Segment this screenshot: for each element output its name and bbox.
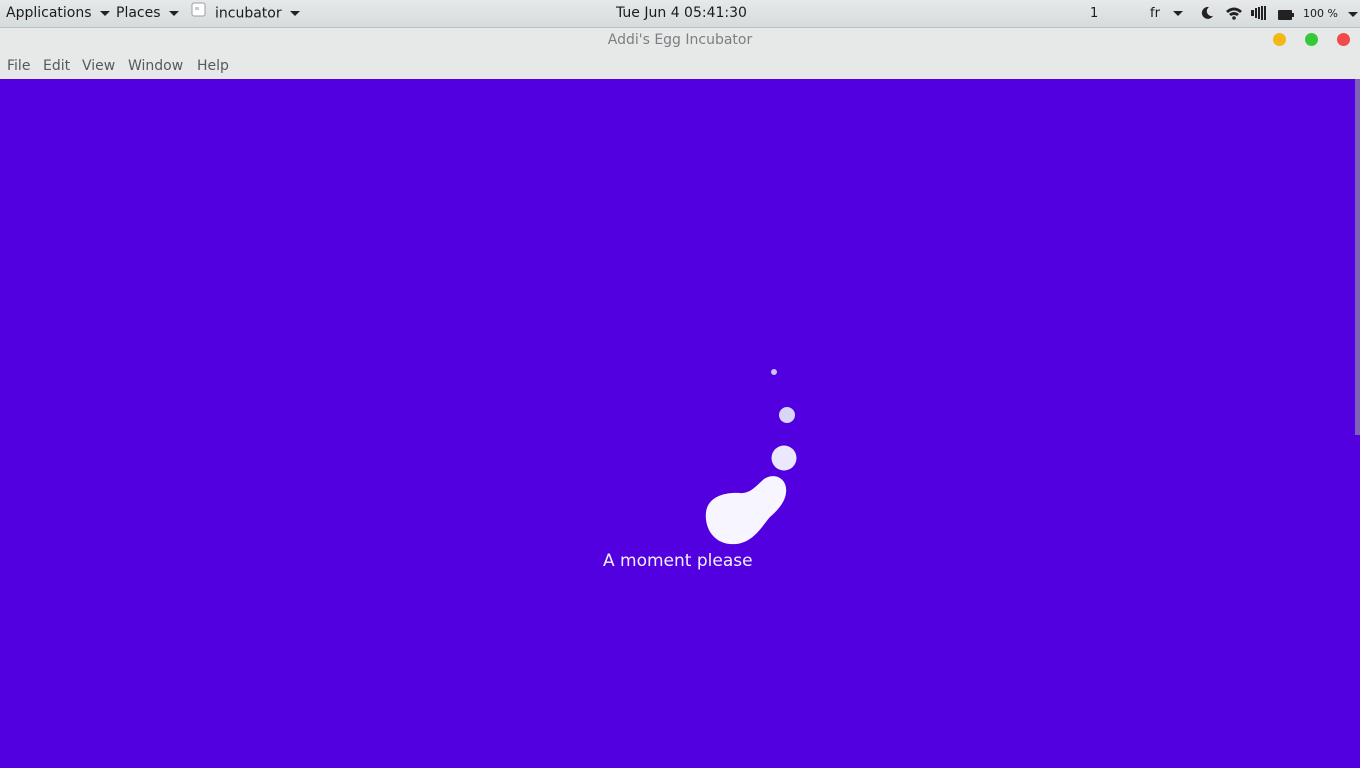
language-selector[interactable]: fr xyxy=(1150,0,1183,27)
loader-dot-large xyxy=(771,445,797,471)
minimize-button[interactable] xyxy=(1273,33,1286,46)
workspace-indicator[interactable]: 1 xyxy=(1090,0,1098,27)
chevron-down-icon xyxy=(99,10,110,16)
clock[interactable]: Tue Jun 4 05:41:30 xyxy=(616,0,747,27)
close-button[interactable] xyxy=(1337,33,1350,46)
menu-view[interactable]: View xyxy=(82,53,115,79)
applications-menu[interactable]: Applications xyxy=(6,0,110,27)
app-label: incubator xyxy=(215,5,282,22)
chevron-down-icon xyxy=(1347,11,1358,17)
menu-bar: File Edit View Window Help xyxy=(0,53,1360,79)
top-panel: Applications Places incubator Tue Jun 4 … xyxy=(0,0,1360,28)
menu-window[interactable]: Window xyxy=(128,53,183,79)
chevron-down-icon xyxy=(1172,10,1183,16)
maximize-button[interactable] xyxy=(1305,33,1318,46)
loader-blob xyxy=(705,476,787,545)
chevron-down-icon xyxy=(168,10,179,16)
language-label: fr xyxy=(1150,6,1160,21)
menu-edit[interactable]: Edit xyxy=(43,53,70,79)
window-titlebar[interactable]: Addi's Egg Incubator xyxy=(0,28,1360,53)
menu-file[interactable]: File xyxy=(7,53,30,79)
loader-dot-medium xyxy=(779,407,795,423)
loading-screen xyxy=(0,79,1360,768)
volume-icon[interactable] xyxy=(1251,6,1267,24)
places-menu[interactable]: Places xyxy=(116,0,179,27)
blob-loader-icon xyxy=(705,369,797,545)
window-title: Addi's Egg Incubator xyxy=(607,32,753,48)
active-app-menu[interactable]: incubator xyxy=(191,0,300,27)
battery-percent-label: 100 % xyxy=(1303,7,1338,20)
app-icon xyxy=(191,0,206,27)
chevron-down-icon xyxy=(289,11,300,16)
night-mode-icon[interactable] xyxy=(1200,6,1214,24)
scrollbar[interactable] xyxy=(1355,79,1360,435)
loader-dot-small xyxy=(771,369,777,375)
menu-help[interactable]: Help xyxy=(197,53,229,79)
battery-percent[interactable]: 100 % xyxy=(1303,0,1358,27)
wifi-icon[interactable] xyxy=(1225,6,1243,24)
loading-message: A moment please xyxy=(603,551,753,571)
places-label: Places xyxy=(116,5,161,21)
applications-label: Applications xyxy=(6,5,92,21)
battery-icon[interactable] xyxy=(1278,8,1294,24)
